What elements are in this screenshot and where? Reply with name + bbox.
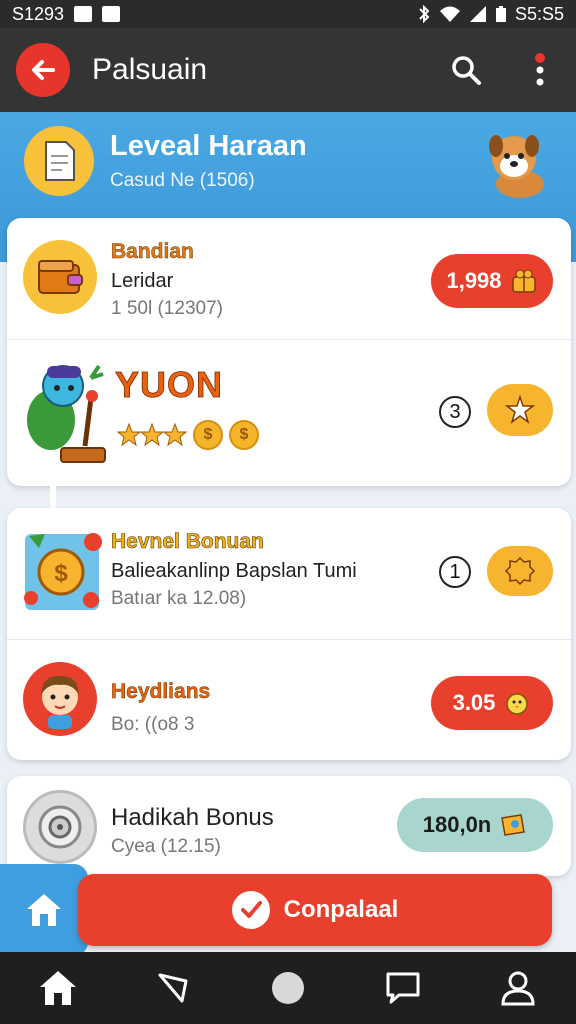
- girl-avatar-icon: [41, 675, 79, 729]
- claim-button[interactable]: [487, 384, 553, 436]
- list-item[interactable]: $ Hevnel Bonuan Balieakanlinp Bapslan Tu…: [7, 508, 571, 640]
- coin-icon: $: [193, 420, 223, 450]
- item-meta: Cyea (12.15): [111, 836, 221, 857]
- avatar: [23, 662, 97, 736]
- list-item[interactable]: YUON $ $ 3: [7, 340, 571, 486]
- item-title: Hadikah Bonus: [111, 804, 274, 831]
- rating-stars: $ $: [117, 420, 259, 450]
- rewards-card-2: $ Hevnel Bonuan Balieakanlinp Bapslan Tu…: [7, 508, 571, 760]
- arrow-left-icon: [32, 60, 55, 80]
- bluetooth-icon: [419, 5, 430, 23]
- item-subtitle: Leridar: [111, 270, 174, 292]
- item-title: YUON: [115, 364, 224, 406]
- rewards-card-1: Bandian Leridar 1 50l (12307) 1,998 YUON…: [7, 218, 571, 486]
- reward-value: 180,0n: [422, 812, 492, 837]
- dog-mascot-icon: [489, 135, 544, 198]
- confirm-button[interactable]: Conpalaal: [78, 874, 552, 946]
- nav-messages[interactable]: [375, 960, 431, 1016]
- signal-icon: [469, 6, 486, 22]
- reward-value-button[interactable]: 3.05: [431, 676, 553, 730]
- item-meta: Batıar ka 12.08): [111, 588, 247, 609]
- home-icon: [27, 894, 61, 926]
- chick-icon: [506, 693, 529, 715]
- chat-icon: [386, 972, 420, 1004]
- list-item[interactable]: Hadikah Bonus Cyea (12.15) 180,0n: [7, 776, 571, 876]
- gift-icon: [511, 269, 536, 293]
- check-circle-icon: [231, 891, 270, 929]
- search-icon: [452, 56, 481, 85]
- status-time-right: S5:S5: [514, 3, 564, 24]
- bottom-navigation: [0, 952, 576, 1024]
- item-title: Hevnel Bonuan: [111, 530, 264, 554]
- item-meta: Bo: ((o8 3: [111, 714, 195, 735]
- coin-icon: $: [229, 420, 259, 450]
- vault-icon: [23, 790, 97, 864]
- user-icon: [501, 971, 535, 1006]
- banner-title: Leveal Haraan: [110, 130, 307, 162]
- home-shortcut-button[interactable]: [0, 864, 88, 956]
- page-title: Palsuain: [92, 53, 208, 86]
- wifi-icon: [439, 6, 460, 22]
- character-icon: [27, 364, 106, 463]
- back-button[interactable]: [16, 43, 70, 97]
- nav-circle[interactable]: [260, 960, 316, 1016]
- reward-value-button[interactable]: 180,0n: [397, 798, 553, 852]
- list-item[interactable]: Bandian Leridar 1 50l (12307) 1,998: [7, 218, 571, 340]
- triangle-back-icon: [158, 973, 188, 1003]
- coin-bonus-icon: $: [24, 533, 102, 610]
- count-badge: 3: [439, 396, 471, 428]
- item-subtitle: Balieakanlinp Bapslan Tumi: [111, 560, 357, 582]
- app-bar: Palsuain: [0, 28, 576, 112]
- wallet-icon: [23, 240, 97, 314]
- nav-profile[interactable]: [490, 960, 546, 1016]
- home-icon: [39, 971, 76, 1005]
- reward-value: 1,998: [446, 268, 502, 293]
- rewards-card-3: Hadikah Bonus Cyea (12.15) 180,0n: [7, 776, 571, 876]
- more-vertical-icon: [535, 53, 545, 86]
- reward-value-button[interactable]: 1,998: [431, 254, 553, 308]
- star-icon: [117, 422, 187, 447]
- star-badge-icon: [505, 395, 535, 424]
- svg-text:$: $: [54, 560, 68, 587]
- status-time-left: S1293: [12, 3, 65, 24]
- badge-icon: [504, 556, 536, 586]
- list-item[interactable]: Heydlians Bo: ((o8 3 3.05: [7, 640, 571, 760]
- ticket-icon: [501, 814, 526, 836]
- document-icon: [24, 126, 94, 196]
- status-bar: S1293 S5:S5: [0, 0, 576, 28]
- reward-value: 3.05: [452, 690, 496, 715]
- circle-icon: [271, 972, 304, 1004]
- app-notification-icon: [102, 6, 121, 22]
- nav-home[interactable]: [30, 960, 86, 1016]
- notification-icon: [74, 6, 93, 22]
- claim-button[interactable]: [487, 546, 553, 596]
- more-options-button[interactable]: [520, 50, 560, 90]
- banner-subtitle: Casud Ne (1506): [110, 170, 255, 191]
- item-meta: 1 50l (12307): [111, 298, 223, 319]
- search-button[interactable]: [446, 50, 486, 90]
- item-title: Bandian: [111, 240, 194, 264]
- nav-back[interactable]: [145, 960, 201, 1016]
- item-title: Heydlians: [111, 680, 211, 704]
- confirm-button-label: Conpalaal: [283, 896, 399, 923]
- count-badge: 1: [439, 556, 471, 588]
- battery-icon: [495, 6, 506, 22]
